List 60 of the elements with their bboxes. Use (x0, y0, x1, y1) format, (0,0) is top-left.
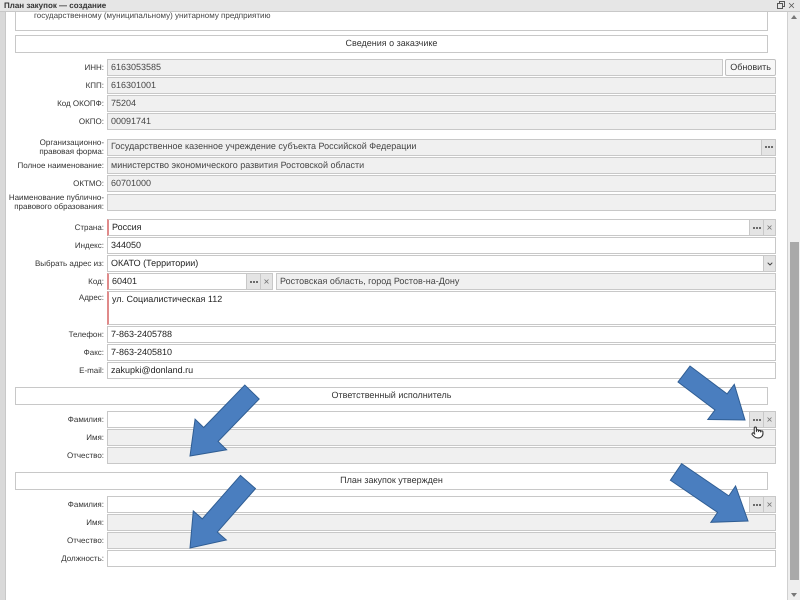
field-label: Фамилия: (66, 415, 105, 424)
scrollbar[interactable] (787, 12, 800, 600)
input-field[interactable]: zakupki@donland.ru (107, 362, 776, 379)
input-field[interactable] (107, 411, 776, 428)
close-icon (766, 224, 773, 231)
field-label: КПП: (84, 81, 105, 90)
field-label: Код: (87, 277, 105, 286)
field-label: Индекс: (74, 241, 105, 250)
note-panel: государственному (муниципальному) унитарному предприятию (15, 12, 768, 31)
section-header: Сведения о заказчике (15, 35, 768, 53)
window-title: План закупок — создание (4, 0, 106, 12)
field-label: Выбрать адрес из: (34, 259, 105, 268)
picker-button[interactable] (246, 274, 260, 289)
input-field[interactable]: Россия (107, 219, 776, 236)
restore-icon[interactable] (777, 1, 785, 9)
field-label: Должность: (60, 554, 105, 563)
description-field: Ростовская область, город Ростов-на-Дону (276, 273, 776, 290)
clear-button[interactable] (763, 497, 775, 512)
field-label: Полное наименование: (16, 161, 105, 170)
picker-button[interactable] (749, 220, 763, 235)
close-icon (766, 501, 773, 508)
input-field[interactable]: 7-863-2405810 (107, 344, 776, 361)
field-label: Код ОКОПФ: (56, 99, 105, 108)
section-header: План закупок утвержден (15, 472, 768, 490)
field-label: Наименование публично-правового образования: (8, 193, 105, 211)
field-label: ОКПО: (78, 117, 105, 126)
field-label: ОКТМО: (72, 179, 105, 188)
field-label: Страна: (74, 223, 105, 232)
field-label: Отчество: (66, 451, 105, 460)
input-field[interactable]: 60401 (107, 273, 273, 290)
field-label: E-mail: (78, 366, 105, 375)
dropdown-button[interactable] (763, 256, 775, 271)
field-label: Факс: (82, 348, 105, 357)
input-field[interactable] (107, 550, 776, 567)
field-label: Телефон: (68, 330, 105, 339)
field-label: Отчество: (66, 536, 105, 545)
field-label: ИНН: (83, 63, 105, 72)
section-header: Ответственный исполнитель (15, 387, 768, 405)
close-icon (263, 278, 270, 285)
input-field[interactable]: 344050 (107, 237, 776, 254)
field-label: Организационно-правовая форма: (38, 138, 105, 156)
picker-button[interactable] (749, 412, 763, 427)
clear-button[interactable] (763, 220, 775, 235)
close-icon (766, 416, 773, 423)
field-label: Адрес: (78, 292, 105, 302)
pointer-arrow (677, 365, 746, 420)
close-icon[interactable] (787, 1, 796, 10)
input-field[interactable]: ОКАТО (Территории) (107, 255, 776, 272)
field-label: Фамилия: (66, 500, 105, 509)
picker-button[interactable] (749, 497, 763, 512)
input-field[interactable] (107, 496, 776, 513)
scrollbar-thumb[interactable] (790, 242, 798, 580)
chevron-down-icon (766, 260, 774, 268)
field-label: Имя: (85, 433, 105, 442)
clear-button[interactable] (260, 274, 272, 289)
text-area[interactable]: ул. Социалистическая 112 (107, 291, 776, 325)
input-field[interactable]: 7-863-2405788 (107, 326, 776, 343)
hand-cursor-icon (751, 426, 764, 439)
clear-button[interactable] (763, 412, 775, 427)
field-label: Имя: (85, 518, 105, 527)
